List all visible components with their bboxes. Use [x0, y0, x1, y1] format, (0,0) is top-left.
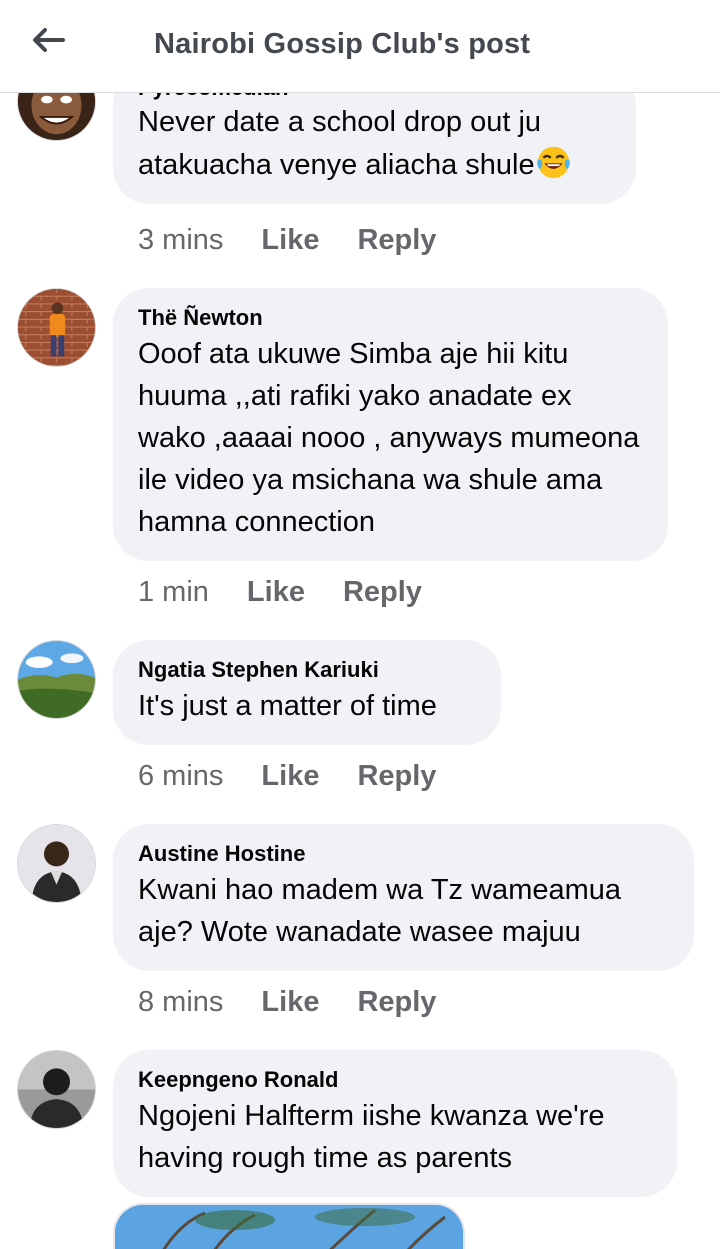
avatar-image: [18, 641, 95, 718]
like-button[interactable]: Like: [261, 760, 319, 793]
comment-author[interactable]: Keepngeno Ronald: [138, 1067, 651, 1093]
comment-bubble[interactable]: Ngatia Stephen Kariuki It's just a matte…: [113, 640, 501, 745]
comment-bubble[interactable]: Keepngeno Ronald Ngojeni Halfterm iishe …: [113, 1050, 677, 1197]
back-button[interactable]: [22, 18, 74, 62]
like-button[interactable]: Like: [261, 224, 319, 257]
avatar-image: [18, 825, 95, 902]
comment-time[interactable]: 6 mins: [138, 760, 223, 793]
comment-time[interactable]: 8 mins: [138, 986, 223, 1019]
avatar-image: [18, 289, 95, 366]
like-button[interactable]: Like: [261, 986, 319, 1019]
comment-time[interactable]: 3 mins: [138, 224, 223, 257]
top-app-bar: Nairobi Gossip Club's post: [0, 0, 720, 93]
reply-button[interactable]: Reply: [357, 224, 436, 257]
avatar-image: [18, 1051, 95, 1128]
comment-meta: 8 mins Like Reply: [138, 986, 436, 1019]
reply-button[interactable]: Reply: [357, 760, 436, 793]
avatar[interactable]: [17, 1050, 96, 1129]
arrow-left-icon: [33, 28, 65, 52]
avatar[interactable]: [17, 288, 96, 367]
comment-text-content: Never date a school drop out ju atakuach…: [138, 106, 542, 181]
comment-meta: 6 mins Like Reply: [138, 760, 436, 793]
comment-text: Ngojeni Halfterm iishe kwanza we're havi…: [138, 1100, 605, 1174]
comment-text: Ooof ata ukuwe Simba aje hii kitu huuma …: [138, 338, 640, 538]
comment-bubble[interactable]: Austine Hostine Kwani hao madem wa Tz wa…: [113, 824, 694, 971]
avatar[interactable]: [17, 640, 96, 719]
comment-text: It's just a matter of time: [138, 690, 437, 722]
comment-image-attachment[interactable]: [113, 1203, 465, 1249]
comment-text: Kwani hao madem wa Tz wameamua aje? Wote…: [138, 874, 622, 948]
comment-feed[interactable]: Pyrecomedian Never date a school drop ou…: [0, 0, 720, 1249]
comment-author[interactable]: Ngatia Stephen Kariuki: [138, 657, 475, 683]
comment-bubble[interactable]: Thë Ñewton Ooof ata ukuwe Simba aje hii …: [113, 288, 668, 561]
tears-of-joy-emoji-icon: [535, 143, 572, 180]
comment-author[interactable]: Thë Ñewton: [138, 305, 642, 331]
page-title: Nairobi Gossip Club's post: [154, 28, 531, 60]
attachment-image: [115, 1205, 463, 1249]
comment-meta: 3 mins Like Reply: [138, 224, 436, 257]
like-button[interactable]: Like: [247, 576, 305, 609]
avatar[interactable]: [17, 824, 96, 903]
reply-button[interactable]: Reply: [357, 986, 436, 1019]
comment-text: Never date a school drop out ju atakuach…: [138, 101, 610, 186]
comment-time[interactable]: 1 min: [138, 576, 209, 609]
comment-meta: 1 min Like Reply: [138, 576, 422, 609]
comment-author[interactable]: Austine Hostine: [138, 841, 668, 867]
reply-button[interactable]: Reply: [343, 576, 422, 609]
